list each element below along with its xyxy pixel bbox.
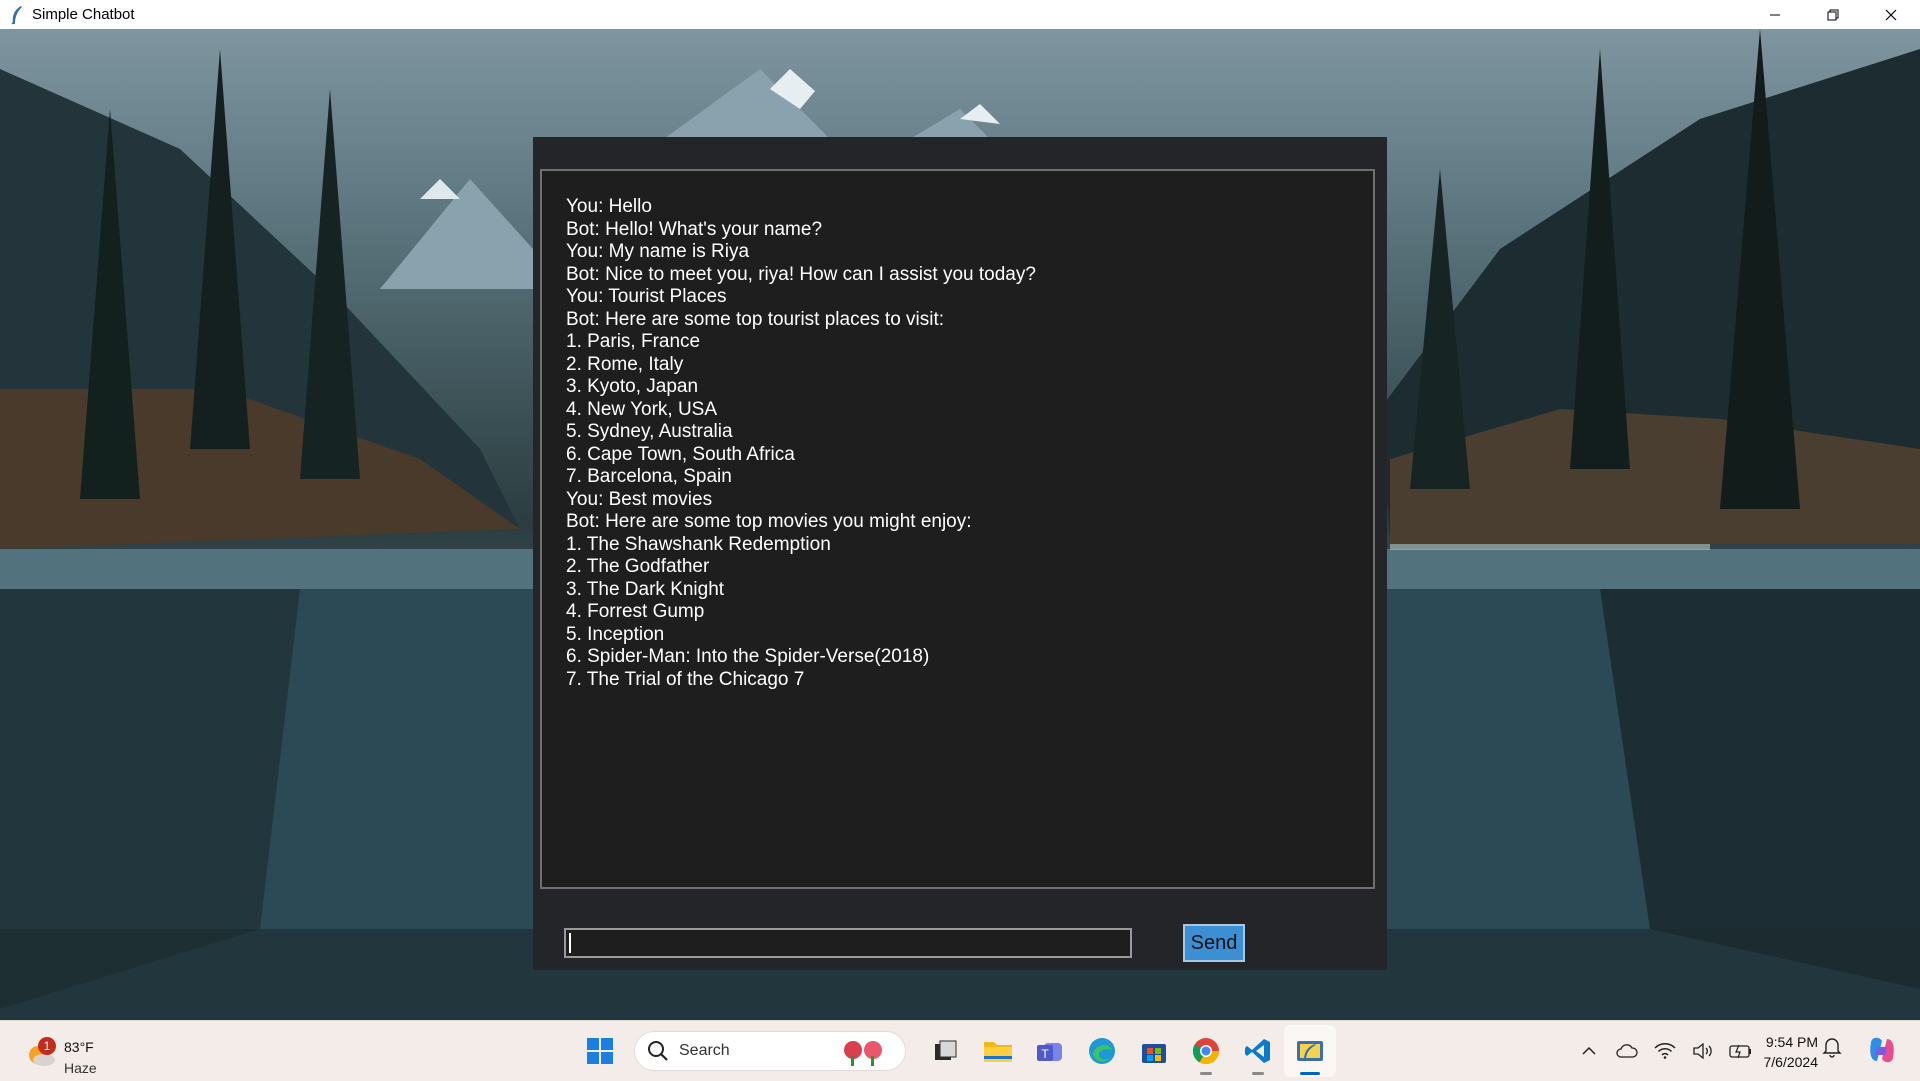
clock-time: 9:54 PM: [1765, 1034, 1818, 1050]
speaker-icon: [1693, 1043, 1712, 1059]
chat-window: You: Hello Bot: Hello! What's your name?…: [533, 137, 1387, 970]
chat-line: 6. Spider-Man: Into the Spider-Verse(201…: [566, 646, 930, 667]
weather-condition: Haze: [64, 1060, 97, 1076]
chrome-icon: [1192, 1038, 1220, 1065]
chat-line: 2. The Godfather: [566, 556, 710, 577]
taskbar-search[interactable]: Search: [634, 1031, 906, 1071]
chat-line: 4. New York, USA: [566, 398, 718, 420]
teams-icon: T: [1037, 1043, 1062, 1061]
cloud-icon: [1616, 1044, 1638, 1058]
desktop-wallpaper: You: Hello Bot: Hello! What's your name?…: [0, 29, 1920, 1020]
chat-line: 1. Paris, France: [566, 331, 701, 352]
chat-line: 7. Barcelona, Spain: [566, 466, 732, 487]
edge-button[interactable]: [1076, 1025, 1128, 1077]
restore-button[interactable]: [1804, 0, 1862, 29]
title-bar: Simple Chatbot: [0, 0, 1920, 30]
chat-log: You: Hello Bot: Hello! What's your name?…: [540, 169, 1375, 889]
notifications-button[interactable]: [1822, 1036, 1842, 1063]
python-feather-icon: [1297, 1041, 1323, 1061]
search-label: Search: [679, 1042, 730, 1059]
vscode-icon: [1245, 1039, 1270, 1063]
chat-line: You: Hello: [566, 196, 652, 217]
chat-line: 1. The Shawshank Redemption: [566, 533, 831, 555]
python-app-button[interactable]: [1284, 1025, 1336, 1077]
teams-button[interactable]: T: [1024, 1025, 1076, 1077]
chat-line: Bot: Hello! What's your name?: [566, 218, 823, 240]
chevron-up-icon: [1582, 1046, 1596, 1055]
chat-line: 7. The Trial of the Chicago 7: [566, 668, 805, 690]
chrome-button[interactable]: [1180, 1025, 1232, 1077]
wifi-button[interactable]: [1650, 1036, 1680, 1066]
chat-line: Bot: Here are some top movies you might …: [566, 511, 972, 532]
store-button[interactable]: [1128, 1025, 1180, 1077]
chat-line: Bot: Here are some top tourist places to…: [566, 308, 945, 330]
windows-icon: [587, 1038, 613, 1064]
onedrive-button[interactable]: [1612, 1036, 1642, 1066]
chat-line: 5. Sydney, Australia: [566, 421, 733, 442]
text-caret: [569, 933, 571, 953]
svg-text:T: T: [1041, 1047, 1049, 1061]
task-view-button[interactable]: [920, 1025, 972, 1077]
restore-icon: [1827, 9, 1839, 20]
chat-line: 5. Inception: [566, 623, 665, 645]
copilot-icon: [1870, 1037, 1894, 1063]
chat-line: 4. Forrest Gump: [566, 601, 705, 622]
folder-icon: [984, 1042, 1012, 1062]
taskbar: 1 83°F Haze Search T 9:54 PM 7/6/2024: [0, 1020, 1920, 1081]
close-button[interactable]: [1862, 0, 1920, 29]
feather-icon: [6, 4, 28, 26]
clock[interactable]: 9:54 PM 7/6/2024: [1748, 1032, 1819, 1072]
notification-badge: 1: [38, 1037, 56, 1055]
start-button[interactable]: [580, 1031, 620, 1071]
search-icon: [648, 1041, 668, 1061]
chat-line: 3. The Dark Knight: [566, 578, 725, 600]
show-hidden-icons-button[interactable]: [1574, 1036, 1604, 1066]
weather-widget[interactable]: 1 83°F Haze: [20, 1029, 110, 1076]
chat-line: 2. Rome, Italy: [566, 353, 684, 375]
minimize-icon: [1770, 14, 1780, 15]
active-indicator: [1300, 1072, 1320, 1075]
chat-line: You: Best movies: [566, 488, 713, 510]
file-explorer-button[interactable]: [972, 1025, 1024, 1077]
copilot-button[interactable]: [1865, 1033, 1899, 1072]
vscode-button[interactable]: [1232, 1025, 1284, 1077]
task-view-icon: [935, 1040, 957, 1060]
chat-line: You: My name is Riya: [566, 241, 750, 262]
clock-date: 7/6/2024: [1763, 1054, 1819, 1070]
chat-line: 3. Kyoto, Japan: [566, 376, 699, 397]
wifi-icon: [1654, 1043, 1676, 1059]
volume-button[interactable]: [1688, 1036, 1718, 1066]
message-input[interactable]: [564, 928, 1132, 958]
store-icon: [1142, 1044, 1166, 1063]
chat-line: You: Tourist Places: [566, 286, 727, 307]
edge-icon: [1089, 1038, 1115, 1064]
roses-icon: [844, 1041, 882, 1066]
send-button[interactable]: Send: [1183, 924, 1245, 962]
running-indicator: [1200, 1072, 1212, 1075]
running-indicator: [1252, 1072, 1264, 1075]
system-tray: [1570, 1021, 1760, 1081]
minimize-button[interactable]: [1746, 0, 1804, 29]
bell-icon: [1822, 1038, 1842, 1058]
chat-line: 6. Cape Town, South Africa: [566, 443, 795, 465]
window-title: Simple Chatbot: [32, 6, 135, 23]
chat-line: Bot: Nice to meet you, riya! How can I a…: [566, 263, 1036, 285]
weather-temperature: 83°F: [64, 1039, 94, 1055]
close-icon: [1885, 9, 1897, 20]
